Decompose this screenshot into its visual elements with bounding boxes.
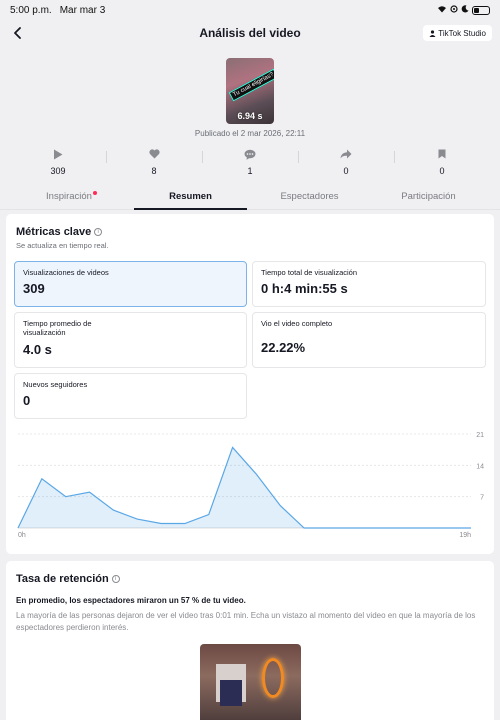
tab-inspiracion-label: Inspiración — [46, 191, 92, 202]
y-tick-label: 14 — [476, 463, 484, 470]
comment-icon — [244, 147, 256, 161]
stat-views-value: 309 — [50, 166, 66, 176]
tab-resumen-label: Resumen — [169, 191, 212, 202]
tiktok-studio-label: TikTok Studio — [438, 28, 486, 38]
metric-watched-full-video[interactable]: Vio el video completo 22.22% — [252, 312, 486, 368]
stat-comments: 1 — [202, 147, 298, 181]
metric-value: 0 h:4 min:55 s — [261, 281, 348, 297]
stat-saves: 0 — [394, 147, 490, 181]
bookmark-icon — [438, 147, 446, 161]
video-duration: 6.94 s — [237, 111, 263, 121]
page-title: Análisis del video — [199, 26, 301, 40]
views-chart: 7 14 21 0h 19h — [17, 432, 484, 539]
metric-new-followers[interactable]: Nuevos seguidores 0 — [14, 373, 247, 419]
key-metrics-subtitle: Se actualiza en tiempo real. — [16, 241, 109, 250]
tab-inspiracion[interactable]: Inspiración — [12, 186, 131, 209]
metric-label: Vio el video completo — [261, 319, 333, 328]
y-tick-label: 7 — [480, 495, 484, 502]
tab-participacion[interactable]: Participación — [369, 186, 488, 209]
tab-resumen[interactable]: Resumen — [131, 186, 250, 210]
header: Análisis del video TikTok Studio — [0, 20, 500, 46]
info-icon[interactable]: i — [111, 575, 120, 583]
retention-title-text: Tasa de retención — [16, 573, 109, 585]
key-metrics-card: Métricas clave i Se actualiza en tiempo … — [6, 214, 494, 554]
video-thumbnail[interactable]: Tu cual eligirías? 6.94 s — [226, 58, 274, 124]
notification-dot — [92, 191, 97, 195]
status-time: 5:00 p.m. — [10, 4, 52, 16]
metric-label: Visualizaciones de videos — [23, 268, 109, 277]
stat-likes-value: 8 — [151, 166, 157, 176]
x-tick-label: 19h — [459, 532, 471, 539]
heart-icon — [148, 147, 160, 161]
stat-likes: 8 — [106, 147, 202, 181]
metric-video-views[interactable]: Visualizaciones de videos 309 — [14, 261, 247, 307]
play-icon — [53, 147, 63, 161]
retention-card: Tasa de retención i En promedio, los esp… — [6, 561, 494, 720]
share-icon — [340, 147, 352, 161]
status-date: Mar mar 3 — [59, 4, 106, 16]
stat-shares: 0 — [298, 147, 394, 181]
location-icon — [450, 5, 458, 15]
metric-value: 4.0 s — [23, 341, 52, 357]
metric-value: 309 — [23, 281, 45, 297]
stats-row: 309 8 1 0 0 — [10, 147, 490, 181]
tab-bar: Inspiración Resumen Espectadores Partici… — [0, 186, 500, 210]
status-icons — [437, 5, 490, 15]
metric-average-watch-time[interactable]: Tiempo promedio de visualización 4.0 s — [14, 312, 247, 368]
retention-summary: En promedio, los espectadores miraron un… — [16, 596, 246, 605]
battery-icon — [472, 5, 490, 15]
metric-total-watch-time[interactable]: Tiempo total de visualización 0 h:4 min:… — [252, 261, 486, 307]
retention-description: La mayoría de las personas dejaron de ve… — [16, 611, 476, 632]
metric-value: 0 — [23, 393, 31, 409]
tab-espectadores[interactable]: Espectadores — [250, 186, 369, 209]
x-tick-label: 0h — [18, 532, 26, 539]
retention-title: Tasa de retención i — [16, 573, 120, 585]
stat-comments-value: 1 — [247, 166, 253, 176]
stat-shares-value: 0 — [343, 166, 349, 176]
views-area — [18, 447, 471, 528]
retention-video-preview[interactable] — [200, 644, 301, 720]
info-icon[interactable]: i — [94, 228, 103, 236]
tiktok-studio-button[interactable]: TikTok Studio — [423, 25, 492, 41]
chevron-left-icon — [14, 27, 21, 39]
tab-espectadores-label: Espectadores — [280, 191, 339, 202]
y-tick-label: 21 — [476, 432, 484, 439]
stat-views: 309 — [10, 147, 106, 181]
metric-value: 22.22% — [261, 340, 306, 356]
metric-label: Tiempo promedio de visualización — [23, 319, 92, 338]
published-date: Publicado el 2 mar 2026, 22:11 — [194, 129, 306, 138]
metric-label: Tiempo total de visualización — [261, 268, 358, 277]
status-bar: 5:00 p.m. Mar mar 3 — [0, 0, 500, 20]
moon-icon — [461, 5, 469, 15]
preview-box-label — [220, 680, 242, 706]
metric-label: Nuevos seguidores — [23, 380, 88, 389]
stat-saves-value: 0 — [439, 166, 445, 176]
key-metrics-title-text: Métricas clave — [16, 226, 92, 238]
wifi-icon — [437, 5, 447, 15]
tab-participacion-label: Participación — [401, 191, 456, 202]
person-icon — [429, 29, 436, 37]
key-metrics-title: Métricas clave i — [16, 226, 103, 238]
back-button[interactable] — [8, 23, 28, 43]
preview-portal — [262, 658, 284, 698]
thumbnail-caption: Tu cual eligirías? — [228, 68, 274, 102]
